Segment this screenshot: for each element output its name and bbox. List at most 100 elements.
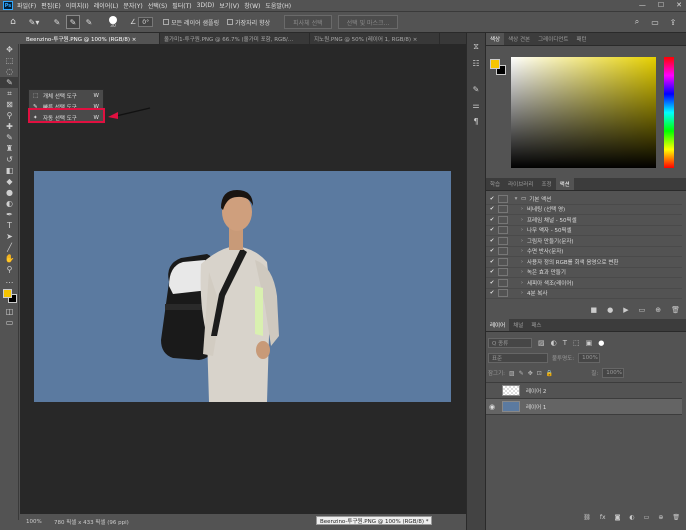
minimize-button[interactable]: — xyxy=(639,1,646,9)
healing-brush-icon[interactable]: ✚ xyxy=(0,121,19,132)
filter-toggle-icon[interactable]: ● xyxy=(598,339,604,347)
opacity-input[interactable]: 100% xyxy=(578,353,601,363)
history-panel-icon[interactable]: ⧖ xyxy=(467,41,485,53)
delete-layer-icon[interactable]: 🗑 xyxy=(672,514,680,524)
lock-pixels-icon[interactable]: ▨ xyxy=(509,370,515,377)
lock-artboard-icon[interactable]: ⊡ xyxy=(537,370,542,377)
marquee-tool-icon[interactable]: ⬚ xyxy=(0,55,19,66)
angle-value[interactable]: 0° xyxy=(138,17,154,27)
lasso-tool-icon[interactable]: ◌ xyxy=(0,66,19,77)
lock-all-icon[interactable]: 🔒 xyxy=(546,370,553,377)
adjustment-layer-icon[interactable]: ◐ xyxy=(629,514,634,524)
brush-size-picker[interactable]: 30 xyxy=(102,15,124,29)
action-row[interactable]: ✔ › 녹은 효과 만들기 xyxy=(486,268,682,278)
menu-type[interactable]: 문자(Y) xyxy=(123,1,142,10)
tab-swatches[interactable]: 색상 견본 xyxy=(504,33,534,45)
new-layer-icon[interactable]: ⊕ xyxy=(658,514,663,524)
filter-pixel-icon[interactable]: ▨ xyxy=(538,339,545,347)
foreground-color-swatch[interactable] xyxy=(3,289,12,298)
tab-jino[interactable]: 지노원.PNG @ 50% (레이어 1, RGB/8) × xyxy=(310,33,440,44)
frame-tool-icon[interactable]: ⊠ xyxy=(0,99,19,110)
line-tool-icon[interactable]: ╱ xyxy=(0,242,19,253)
tab-learn[interactable]: 학습 xyxy=(486,178,504,190)
tab-color[interactable]: 색상 xyxy=(486,33,505,45)
add-mask-icon[interactable]: ◙ xyxy=(615,514,621,524)
tab-layers[interactable]: 레이어 xyxy=(486,319,510,331)
type-tool-icon[interactable]: T xyxy=(0,220,19,231)
hand-tool-icon[interactable]: ✋ xyxy=(0,253,19,264)
more-tools-icon[interactable]: … xyxy=(0,275,19,286)
menu-window[interactable]: 창(W) xyxy=(244,1,260,10)
new-action-icon[interactable]: ⊕ xyxy=(655,306,661,316)
move-tool-icon[interactable]: ✥ xyxy=(0,44,19,55)
clone-source-icon[interactable]: ⚌ xyxy=(467,99,485,111)
trash-icon[interactable]: 🗑 xyxy=(671,306,680,316)
tab-lasso[interactable]: 올가미1-투구원.PNG @ 66.7% (올가미 포함, RGB/... xyxy=(160,33,310,44)
tab-channels[interactable]: 채널 xyxy=(509,319,527,331)
fill-input[interactable]: 100% xyxy=(602,368,625,378)
quick-mask-icon[interactable]: ◫ xyxy=(0,306,19,317)
eyedropper-tool-icon[interactable]: ⚲ xyxy=(0,110,19,121)
record-icon[interactable]: ● xyxy=(607,306,613,316)
menu-3d[interactable]: 3D(D) xyxy=(197,2,215,9)
history-brush-icon[interactable]: ↺ xyxy=(0,154,19,165)
lock-paint-icon[interactable]: ✎ xyxy=(519,370,524,377)
tool-preset-picker[interactable]: ✎▾ xyxy=(24,15,44,29)
blend-mode-select[interactable]: 표준 xyxy=(488,353,548,363)
action-row[interactable]: ✔ › 수면 반사(문자) xyxy=(486,247,682,257)
close-button[interactable]: ✕ xyxy=(676,1,682,9)
brush-tool-icon[interactable]: ✎ xyxy=(0,132,19,143)
tab-actions[interactable]: 액션 xyxy=(555,178,574,190)
menu-file[interactable]: 파일(F) xyxy=(17,1,36,10)
dodge-tool-icon[interactable]: ◐ xyxy=(0,198,19,209)
tab-paths[interactable]: 패스 xyxy=(527,319,545,331)
new-group-icon[interactable]: ▭ xyxy=(644,514,650,524)
action-row[interactable]: ✔ › 프레임 채널 - 50픽셀 xyxy=(486,215,682,226)
hue-slider[interactable] xyxy=(664,57,674,168)
menu-layer[interactable]: 레이어(L) xyxy=(94,1,119,10)
color-swatches[interactable] xyxy=(0,286,19,306)
flyout-object-selection[interactable]: ⬚ 개체 선택 도구 W xyxy=(29,91,103,101)
filter-shape-icon[interactable]: ⬚ xyxy=(573,339,580,347)
zoom-tool-icon[interactable]: ⚲ xyxy=(0,264,19,275)
crop-tool-icon[interactable]: ⌗ xyxy=(0,88,19,99)
menu-help[interactable]: 도움말(H) xyxy=(265,1,291,10)
blur-tool-icon[interactable]: ● xyxy=(0,187,19,198)
panel-foreground-swatch[interactable] xyxy=(490,59,500,69)
path-selection-icon[interactable]: ➤ xyxy=(0,231,19,242)
home-icon[interactable]: ⌂ xyxy=(6,15,20,29)
share-icon[interactable]: ⇪ xyxy=(666,15,680,29)
subtract-selection-icon[interactable]: ✎ xyxy=(84,15,94,29)
action-row[interactable]: ✔ › 4분 복사 xyxy=(486,289,682,299)
angle-control[interactable]: ∠ 0° xyxy=(130,15,154,29)
link-layers-icon[interactable]: ⛓ xyxy=(583,514,591,524)
select-and-mask-button[interactable]: 선택 및 마스크... xyxy=(337,15,399,29)
action-row[interactable]: ✔ › 비네팅 (선택 영) xyxy=(486,205,682,215)
search-icon[interactable]: ⌕ xyxy=(630,15,644,29)
paragraph-icon[interactable]: ¶ xyxy=(467,115,485,127)
maximize-button[interactable]: ☐ xyxy=(658,1,664,9)
clone-stamp-icon[interactable]: ♜ xyxy=(0,143,19,154)
lock-move-icon[interactable]: ✥ xyxy=(528,370,533,377)
color-picker-field[interactable] xyxy=(511,57,656,168)
menu-view[interactable]: 보기(V) xyxy=(219,1,239,10)
select-subject-button[interactable]: 피사체 선택 xyxy=(284,15,332,29)
tab-gradients[interactable]: 그레이디언트 xyxy=(534,33,572,45)
new-selection-icon[interactable]: ✎ xyxy=(52,15,62,29)
magic-wand-tool-icon[interactable]: ✎ xyxy=(0,77,19,88)
action-row[interactable]: ✔ › 그림자 만들기(문자) xyxy=(486,236,682,247)
play-icon[interactable]: ▶ xyxy=(623,306,628,316)
zoom-level[interactable]: 100% xyxy=(26,519,54,525)
brush-panel-icon[interactable]: ✎ xyxy=(467,83,485,95)
layer-row[interactable]: 레이어 2 xyxy=(486,383,682,399)
eraser-tool-icon[interactable]: ◧ xyxy=(0,165,19,176)
screen-mode-icon[interactable]: ▭ xyxy=(0,317,19,328)
layer-kind-filter[interactable]: Q 종류 xyxy=(488,338,532,348)
paint-bucket-icon[interactable]: ◆ xyxy=(0,176,19,187)
eye-icon[interactable]: ◉ xyxy=(486,403,498,411)
tab-adjustments[interactable]: 조정 xyxy=(537,178,555,190)
fx-icon[interactable]: fx xyxy=(600,514,606,524)
layer-row-selected[interactable]: ◉ 레이어 1 xyxy=(486,399,682,415)
stop-icon[interactable]: ■ xyxy=(590,306,597,316)
add-to-selection-icon[interactable]: ✎ xyxy=(66,15,80,29)
